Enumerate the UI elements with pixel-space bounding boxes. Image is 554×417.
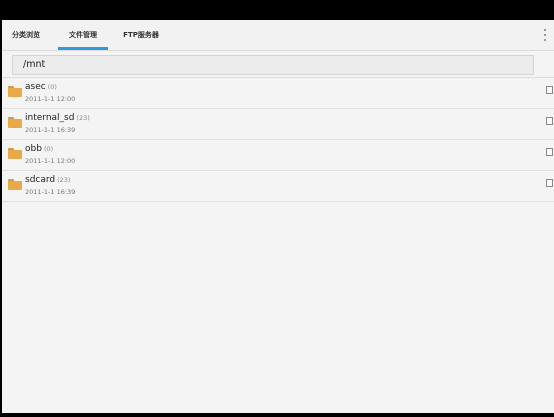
- file-name: internal_sd (23): [25, 113, 90, 123]
- tab-label: 文件管理: [69, 31, 97, 39]
- list-item[interactable]: obb (0) 2011-1-1 12:00: [2, 140, 554, 171]
- item-count: (0): [47, 83, 57, 91]
- folder-icon: [8, 179, 22, 190]
- vertical-dots-icon[interactable]: [542, 28, 548, 42]
- file-checkbox[interactable]: [546, 179, 553, 187]
- current-path: /mnt: [23, 59, 46, 70]
- tab-label: FTP服务器: [123, 31, 159, 39]
- list-item[interactable]: internal_sd (23) 2011-1-1 16:39: [2, 109, 554, 140]
- file-list: asec (0) 2011-1-1 12:00 internal_sd (23) 2…: [2, 78, 554, 202]
- file-name: asec (0): [25, 82, 57, 92]
- file-name: sdcard (23): [25, 175, 71, 185]
- folder-icon: [8, 148, 22, 159]
- tab-ftp-server[interactable]: FTP服务器: [120, 20, 162, 50]
- item-count: (0): [43, 145, 54, 153]
- file-date: 2011-1-1 12:00: [25, 157, 76, 165]
- tab-label: 分类浏览: [12, 31, 40, 39]
- path-bar[interactable]: /mnt: [12, 55, 534, 75]
- tab-bar: 分类浏览 文件管理 FTP服务器: [2, 20, 554, 51]
- screen: 分类浏览 文件管理 FTP服务器 /mnt asec (0) 2011-1-1 …: [0, 0, 554, 417]
- file-checkbox[interactable]: [546, 86, 553, 94]
- file-checkbox[interactable]: [546, 148, 553, 156]
- folder-icon: [8, 117, 22, 128]
- tab-category-browse[interactable]: 分类浏览: [8, 20, 44, 50]
- list-item[interactable]: sdcard (23) 2011-1-1 16:39: [2, 171, 554, 202]
- item-count: (23): [57, 176, 71, 184]
- file-date: 2011-1-1 12:00: [25, 95, 76, 103]
- folder-icon: [8, 86, 22, 97]
- tab-indicator: [58, 47, 108, 50]
- file-date: 2011-1-1 16:39: [25, 188, 76, 196]
- file-name: obb (0): [25, 144, 54, 154]
- file-checkbox[interactable]: [546, 117, 553, 125]
- tab-file-management[interactable]: 文件管理: [58, 20, 108, 50]
- list-item[interactable]: asec (0) 2011-1-1 12:00: [2, 78, 554, 109]
- file-date: 2011-1-1 16:39: [25, 126, 76, 134]
- item-count: (23): [76, 114, 90, 122]
- file-manager-app: 分类浏览 文件管理 FTP服务器 /mnt asec (0) 2011-1-1 …: [2, 20, 554, 413]
